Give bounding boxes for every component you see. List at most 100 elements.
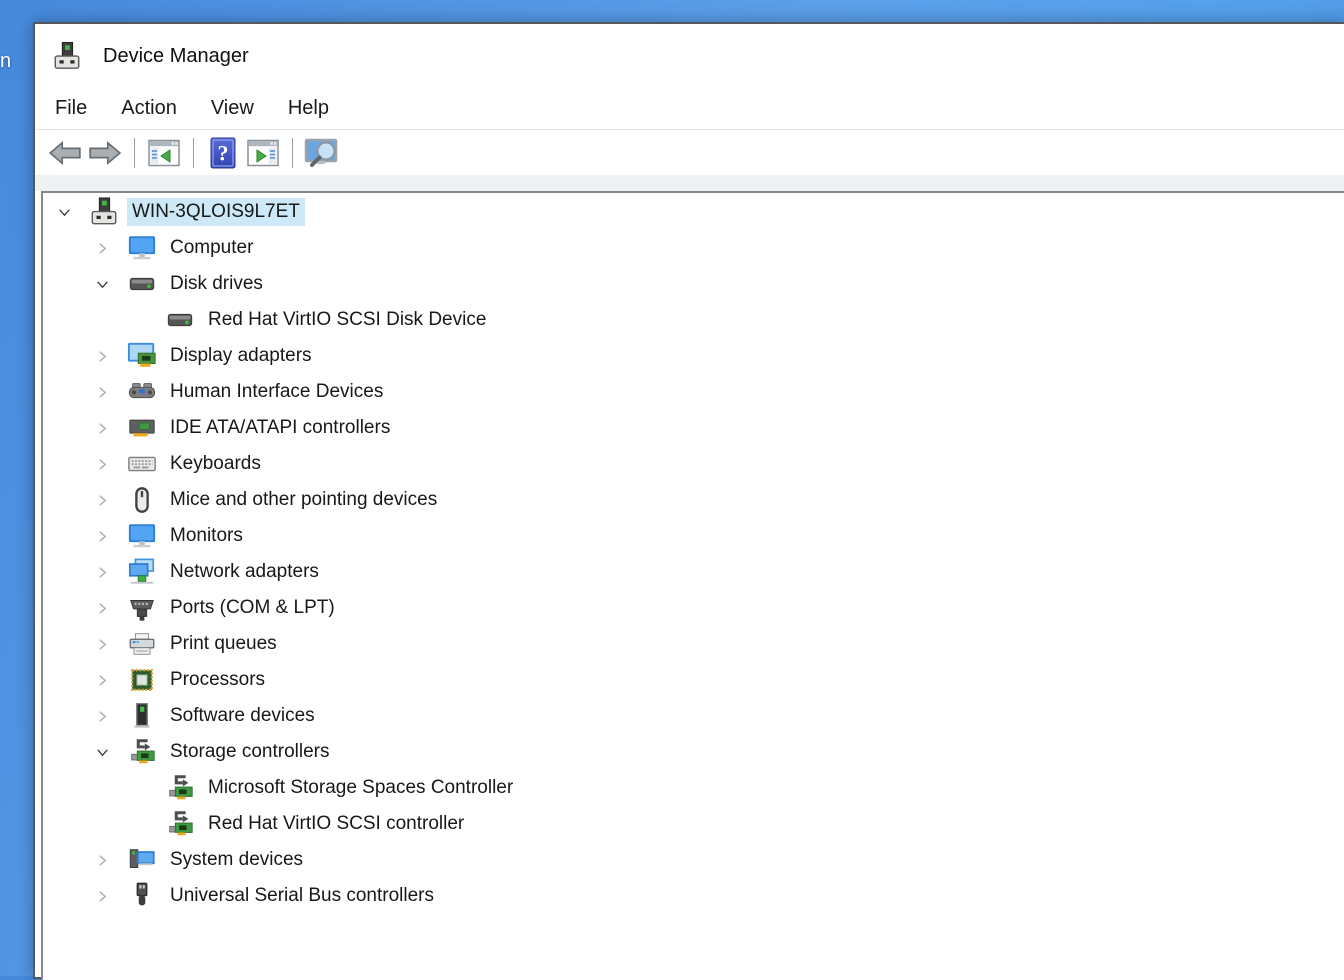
tree-item-label[interactable]: IDE ATA/ATAPI controllers <box>165 414 395 442</box>
device-tree: WIN-3QLOIS9L7ET Computer Disk drives Red Ha… <box>41 191 1344 980</box>
tree-item-label[interactable]: Monitors <box>165 522 248 550</box>
tree-item-label[interactable]: System devices <box>165 846 308 874</box>
chevron-right-icon[interactable] <box>87 449 117 479</box>
menu-item-help[interactable]: Help <box>271 92 346 125</box>
chevron-right-icon[interactable] <box>87 377 117 407</box>
device-manager-icon <box>52 41 82 72</box>
toolbar-button-help[interactable]: ? <box>204 133 242 173</box>
system-devices-icon <box>127 845 157 875</box>
tree-item-label[interactable]: Processors <box>165 666 270 694</box>
tree-item-label[interactable]: Computer <box>165 234 258 262</box>
tree-item-label[interactable]: Ports (COM & LPT) <box>165 594 340 622</box>
toolbar-button-scan-hardware-changes[interactable] <box>303 133 341 173</box>
tree-item-label[interactable]: Display adapters <box>165 342 317 370</box>
toolbar: ? <box>35 130 1344 175</box>
scan-computer-icon <box>304 138 340 168</box>
expander-spacer <box>125 809 155 839</box>
tree-row[interactable]: Red Hat VirtIO SCSI controller <box>43 806 1344 842</box>
chevron-right-icon[interactable] <box>87 485 117 515</box>
tree-item-label[interactable]: Human Interface Devices <box>165 378 388 406</box>
forward-arrow-icon <box>88 140 122 166</box>
tree-row[interactable]: Mice and other pointing devices <box>43 482 1344 518</box>
title-bar: Device Manager <box>35 24 1344 88</box>
processor-icon <box>127 665 157 695</box>
desktop-icon-label-fragment: n <box>0 50 11 73</box>
chevron-down-icon[interactable] <box>49 197 79 227</box>
chevron-right-icon[interactable] <box>87 665 117 695</box>
chevron-right-icon[interactable] <box>87 557 117 587</box>
tree-row[interactable]: System devices <box>43 842 1344 878</box>
tree-item-label[interactable]: Red Hat VirtIO SCSI Disk Device <box>203 306 491 334</box>
chevron-right-icon[interactable] <box>87 521 117 551</box>
toolbar-separator <box>193 138 194 168</box>
menu-item-file[interactable]: File <box>38 92 104 125</box>
network-adapter-icon <box>127 557 157 587</box>
tree-item-label[interactable]: Disk drives <box>165 270 268 298</box>
display-adapter-icon <box>127 341 157 371</box>
chevron-right-icon[interactable] <box>87 701 117 731</box>
tree-row[interactable]: Software devices <box>43 698 1344 734</box>
toolbar-button-back[interactable] <box>46 133 84 173</box>
tree-row[interactable]: Disk drives <box>43 266 1344 302</box>
tree-item-label[interactable]: Microsoft Storage Spaces Controller <box>203 774 518 802</box>
tree-row[interactable]: WIN-3QLOIS9L7ET <box>43 194 1344 230</box>
device-manager-window: Device Manager FileActionViewHelp ? WIN-… <box>33 22 1344 979</box>
tree-item-label[interactable]: Keyboards <box>165 450 266 478</box>
keyboard-icon <box>127 449 157 479</box>
hid-gamepad-icon <box>127 377 157 407</box>
chevron-down-icon[interactable] <box>87 269 117 299</box>
chevron-down-icon[interactable] <box>87 737 117 767</box>
tree-row[interactable]: Network adapters <box>43 554 1344 590</box>
tree-row[interactable]: Ports (COM & LPT) <box>43 590 1344 626</box>
tree-row[interactable]: Keyboards <box>43 446 1344 482</box>
computer-icon <box>127 233 157 263</box>
chevron-right-icon[interactable] <box>87 881 117 911</box>
tree-row[interactable]: Microsoft Storage Spaces Controller <box>43 770 1344 806</box>
back-arrow-icon <box>48 140 82 166</box>
tree-item-label[interactable]: Mice and other pointing devices <box>165 486 442 514</box>
tree-row[interactable]: Processors <box>43 662 1344 698</box>
ide-controller-icon <box>127 413 157 443</box>
chevron-right-icon[interactable] <box>87 593 117 623</box>
software-device-icon <box>127 701 157 731</box>
storage-controller-icon <box>165 773 195 803</box>
tree-item-label[interactable]: Red Hat VirtIO SCSI controller <box>203 810 469 838</box>
tree-row[interactable]: IDE ATA/ATAPI controllers <box>43 410 1344 446</box>
chevron-right-icon[interactable] <box>87 845 117 875</box>
svg-text:?: ? <box>218 140 229 165</box>
tree-item-label[interactable]: Software devices <box>165 702 320 730</box>
window-title: Device Manager <box>103 45 249 68</box>
chevron-right-icon[interactable] <box>87 629 117 659</box>
monitor-icon <box>127 521 157 551</box>
tree-row[interactable]: Red Hat VirtIO SCSI Disk Device <box>43 302 1344 338</box>
tree-row[interactable]: Print queues <box>43 626 1344 662</box>
mouse-icon <box>127 485 157 515</box>
printer-icon <box>127 629 157 659</box>
tree-row[interactable]: Monitors <box>43 518 1344 554</box>
toolbar-button-show-console-tree[interactable] <box>145 133 183 173</box>
tree-row[interactable]: Storage controllers <box>43 734 1344 770</box>
toolbar-button-properties[interactable] <box>244 133 282 173</box>
tree-item-label[interactable]: Print queues <box>165 630 282 658</box>
tree-row[interactable]: Computer <box>43 230 1344 266</box>
toolbar-button-forward[interactable] <box>86 133 124 173</box>
storage-controller-icon <box>127 737 157 767</box>
toolbar-bottom-strip <box>35 175 1344 191</box>
tree-row[interactable]: Display adapters <box>43 338 1344 374</box>
storage-controller-icon <box>165 809 195 839</box>
tree-item-label[interactable]: Network adapters <box>165 558 324 586</box>
menu-item-action[interactable]: Action <box>104 92 194 125</box>
chevron-right-icon[interactable] <box>87 413 117 443</box>
tree-row[interactable]: Human Interface Devices <box>43 374 1344 410</box>
toolbar-separator <box>134 138 135 168</box>
tree-item-label[interactable]: Storage controllers <box>165 738 334 766</box>
menu-bar: FileActionViewHelp <box>35 88 1344 130</box>
tree-row[interactable]: Universal Serial Bus controllers <box>43 878 1344 914</box>
tree-item-label[interactable]: Universal Serial Bus controllers <box>165 882 439 910</box>
menu-item-view[interactable]: View <box>194 92 271 125</box>
properties-icon <box>247 139 279 167</box>
chevron-right-icon[interactable] <box>87 341 117 371</box>
tree-item-label[interactable]: WIN-3QLOIS9L7ET <box>127 198 305 226</box>
help-icon: ? <box>210 137 236 169</box>
chevron-right-icon[interactable] <box>87 233 117 263</box>
